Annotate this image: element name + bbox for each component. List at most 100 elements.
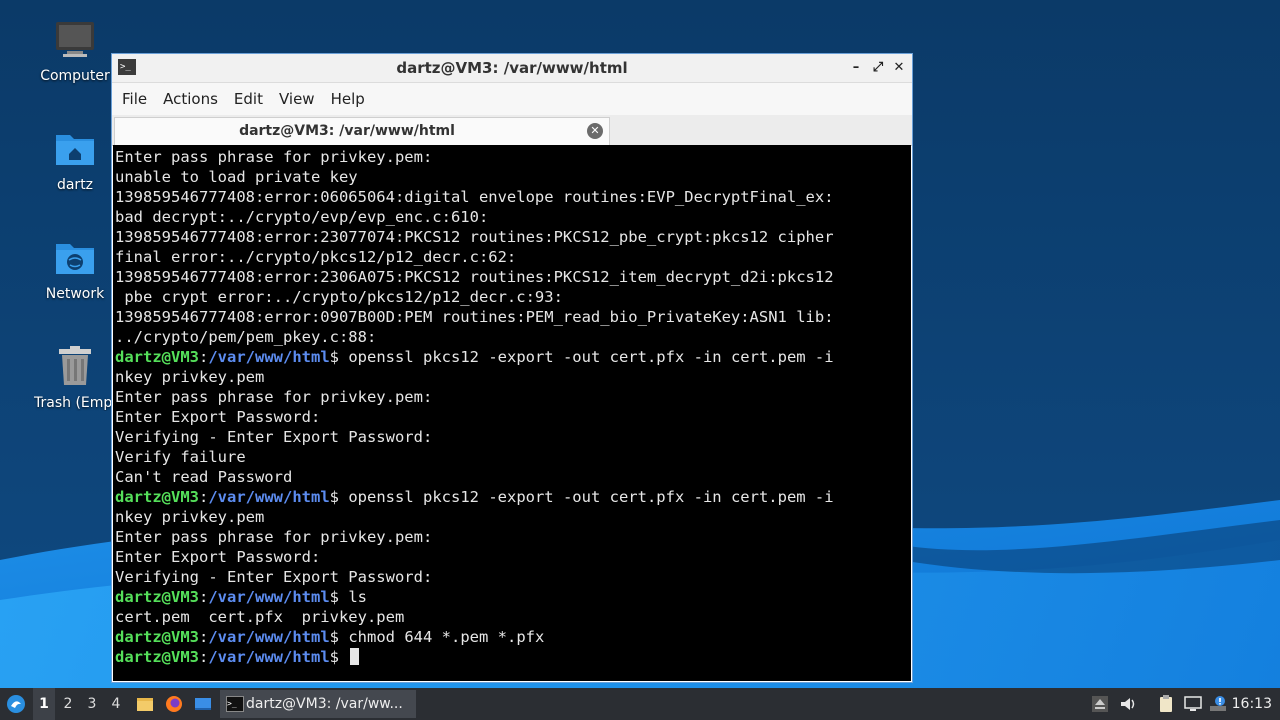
network-icon[interactable]	[1183, 694, 1203, 714]
desktop-icon-home[interactable]: dartz	[25, 127, 125, 193]
terminal-output-line: Enter pass phrase for privkey.pem:	[115, 147, 909, 167]
prompt-path: /var/www/html	[208, 588, 330, 606]
prompt-colon: :	[199, 488, 209, 506]
terminal-output[interactable]: Enter pass phrase for privkey.pem: unable…	[113, 145, 911, 681]
clock[interactable]: 16:13	[1232, 688, 1272, 720]
menu-file[interactable]: File	[114, 83, 155, 115]
home-folder-icon	[53, 127, 97, 171]
window-title: dartz@VM3: /var/www/html	[396, 59, 628, 77]
window-titlebar[interactable]: >_ dartz@VM3: /var/www/html – ⤢ ✕	[112, 54, 912, 83]
prompt-user: dartz@VM3	[115, 488, 199, 506]
prompt-colon: :	[199, 648, 209, 666]
terminal-text: chmod 644 *.pem *.pfx	[348, 628, 545, 646]
prompt-path: /var/www/html	[208, 348, 330, 366]
terminal-text: Enter Export Password:	[115, 408, 321, 426]
taskbar-task-terminal[interactable]: >_ dartz@VM3: /var/ww...	[220, 690, 416, 718]
workspace-2[interactable]: 2	[57, 688, 79, 720]
workspace-4[interactable]: 4	[105, 688, 127, 720]
terminal-text: 139859546777408:error:06065064:digital e…	[115, 188, 834, 206]
terminal-text: ls	[348, 588, 368, 606]
taskbar: 1 2 3 4 >_ dartz@VM3: /var/ww... 16:13	[0, 688, 1280, 720]
terminal-text: Enter pass phrase for privkey.pem:	[115, 528, 433, 546]
menu-edit[interactable]: Edit	[226, 83, 271, 115]
firefox-launcher[interactable]	[162, 688, 186, 720]
desktop-icon-label: Computer	[40, 68, 110, 84]
show-desktop-button[interactable]	[191, 688, 215, 720]
prompt-colon: :	[199, 628, 209, 646]
prompt-user: dartz@VM3	[115, 348, 199, 366]
firefox-icon	[164, 696, 184, 712]
desktop-icon-label: Trash (Empty)	[34, 395, 116, 411]
terminal-output-line: Verifying - Enter Export Password:	[115, 567, 909, 587]
terminal-text: Enter pass phrase for privkey.pem:	[115, 388, 433, 406]
terminal-text: 139859546777408:error:0907B00D:PEM routi…	[115, 308, 834, 326]
menu-help[interactable]: Help	[323, 83, 373, 115]
update-icon[interactable]	[1208, 694, 1228, 714]
terminal-text: nkey privkey.pem	[115, 368, 265, 386]
eject-icon[interactable]	[1090, 694, 1110, 714]
prompt-sigil: $	[329, 588, 349, 606]
prompt-path: /var/www/html	[208, 648, 330, 666]
desktop-icon-label: Network	[45, 286, 105, 302]
tab-label: dartz@VM3: /var/www/html	[239, 123, 455, 139]
terminal-output-line: Can't read Password	[115, 467, 909, 487]
prompt-path: /var/www/html	[208, 488, 330, 506]
desktop-icon-label: dartz	[56, 177, 94, 193]
terminal-output-line: pbe crypt error:../crypto/pkcs12/p12_dec…	[115, 287, 909, 307]
terminal-output-line: Verify failure	[115, 447, 909, 467]
menu-actions[interactable]: Actions	[155, 83, 226, 115]
terminal-output-line: bad decrypt:../crypto/evp/evp_enc.c:610:	[115, 207, 909, 227]
clipboard-icon[interactable]	[1156, 694, 1176, 714]
terminal-text: Enter pass phrase for privkey.pem:	[115, 148, 433, 166]
prompt-colon: :	[199, 588, 209, 606]
workspace-1[interactable]: 1	[33, 688, 55, 720]
tab-terminal[interactable]: dartz@VM3: /var/www/html ✕	[114, 117, 610, 145]
terminal-text: 139859546777408:error:23077074:PKCS12 ro…	[115, 228, 834, 246]
terminal-output-line: Verifying - Enter Export Password:	[115, 427, 909, 447]
terminal-window: >_ dartz@VM3: /var/www/html – ⤢ ✕ File A…	[111, 53, 913, 683]
prompt-user: dartz@VM3	[115, 648, 199, 666]
terminal-output-line: Enter pass phrase for privkey.pem:	[115, 527, 909, 547]
minimize-button[interactable]: –	[846, 58, 866, 78]
terminal-text: Verifying - Enter Export Password:	[115, 428, 433, 446]
tab-close-icon[interactable]: ✕	[587, 123, 603, 139]
desktop-icon-network[interactable]: Network	[25, 236, 125, 302]
terminal-output-line: cert.pem cert.pfx privkey.pem	[115, 607, 909, 627]
desktop-icon-computer[interactable]: Computer	[25, 18, 125, 84]
terminal-text: Verify failure	[115, 448, 246, 466]
terminal-output-line: 139859546777408:error:23077074:PKCS12 ro…	[115, 227, 909, 247]
terminal-command-line: dartz@VM3:/var/www/html$ ls	[115, 587, 909, 607]
prompt-sigil: $	[329, 628, 349, 646]
terminal-text: Verifying - Enter Export Password:	[115, 568, 433, 586]
workspace-3[interactable]: 3	[81, 688, 103, 720]
app-menu-icon	[6, 695, 26, 713]
terminal-text: pbe crypt error:../crypto/pkcs12/p12_dec…	[115, 288, 563, 306]
menu-bar: File Actions Edit View Help	[112, 83, 912, 115]
terminal-text: final error:../crypto/pkcs12/p12_decr.c:…	[115, 248, 517, 266]
terminal-command-line: dartz@VM3:/var/www/html$ chmod 644 *.pem…	[115, 627, 909, 647]
terminal-output-line: Enter Export Password:	[115, 547, 909, 567]
file-manager-launcher[interactable]	[133, 688, 157, 720]
terminal-command-line: dartz@VM3:/var/www/html$ openssl pkcs12 …	[115, 487, 909, 507]
prompt-sigil: $	[329, 648, 349, 666]
desktop-icon-trash[interactable]: Trash (Empty)	[25, 345, 125, 411]
taskbar-task-label: dartz@VM3: /var/ww...	[246, 696, 403, 712]
terminal-output-line: ../crypto/pem/pem_pkey.c:88:	[115, 327, 909, 347]
terminal-output-line: 139859546777408:error:2306A075:PKCS12 ro…	[115, 267, 909, 287]
terminal-output-line: final error:../crypto/pkcs12/p12_decr.c:…	[115, 247, 909, 267]
menu-view[interactable]: View	[271, 83, 323, 115]
terminal-text: Can't read Password	[115, 468, 293, 486]
prompt-colon: :	[199, 348, 209, 366]
file-manager-icon	[135, 696, 155, 712]
maximize-button[interactable]: ⤢	[868, 58, 888, 78]
start-menu-button[interactable]	[4, 688, 28, 720]
terminal-text: cert.pem cert.pfx privkey.pem	[115, 608, 405, 626]
close-button[interactable]: ✕	[889, 58, 909, 78]
trash-icon	[53, 345, 97, 389]
terminal-text: nkey privkey.pem	[115, 508, 265, 526]
prompt-sigil: $	[329, 348, 349, 366]
computer-icon	[53, 18, 97, 62]
prompt-path: /var/www/html	[208, 628, 330, 646]
volume-icon[interactable]	[1118, 694, 1138, 714]
terminal-output-line: Enter Export Password:	[115, 407, 909, 427]
